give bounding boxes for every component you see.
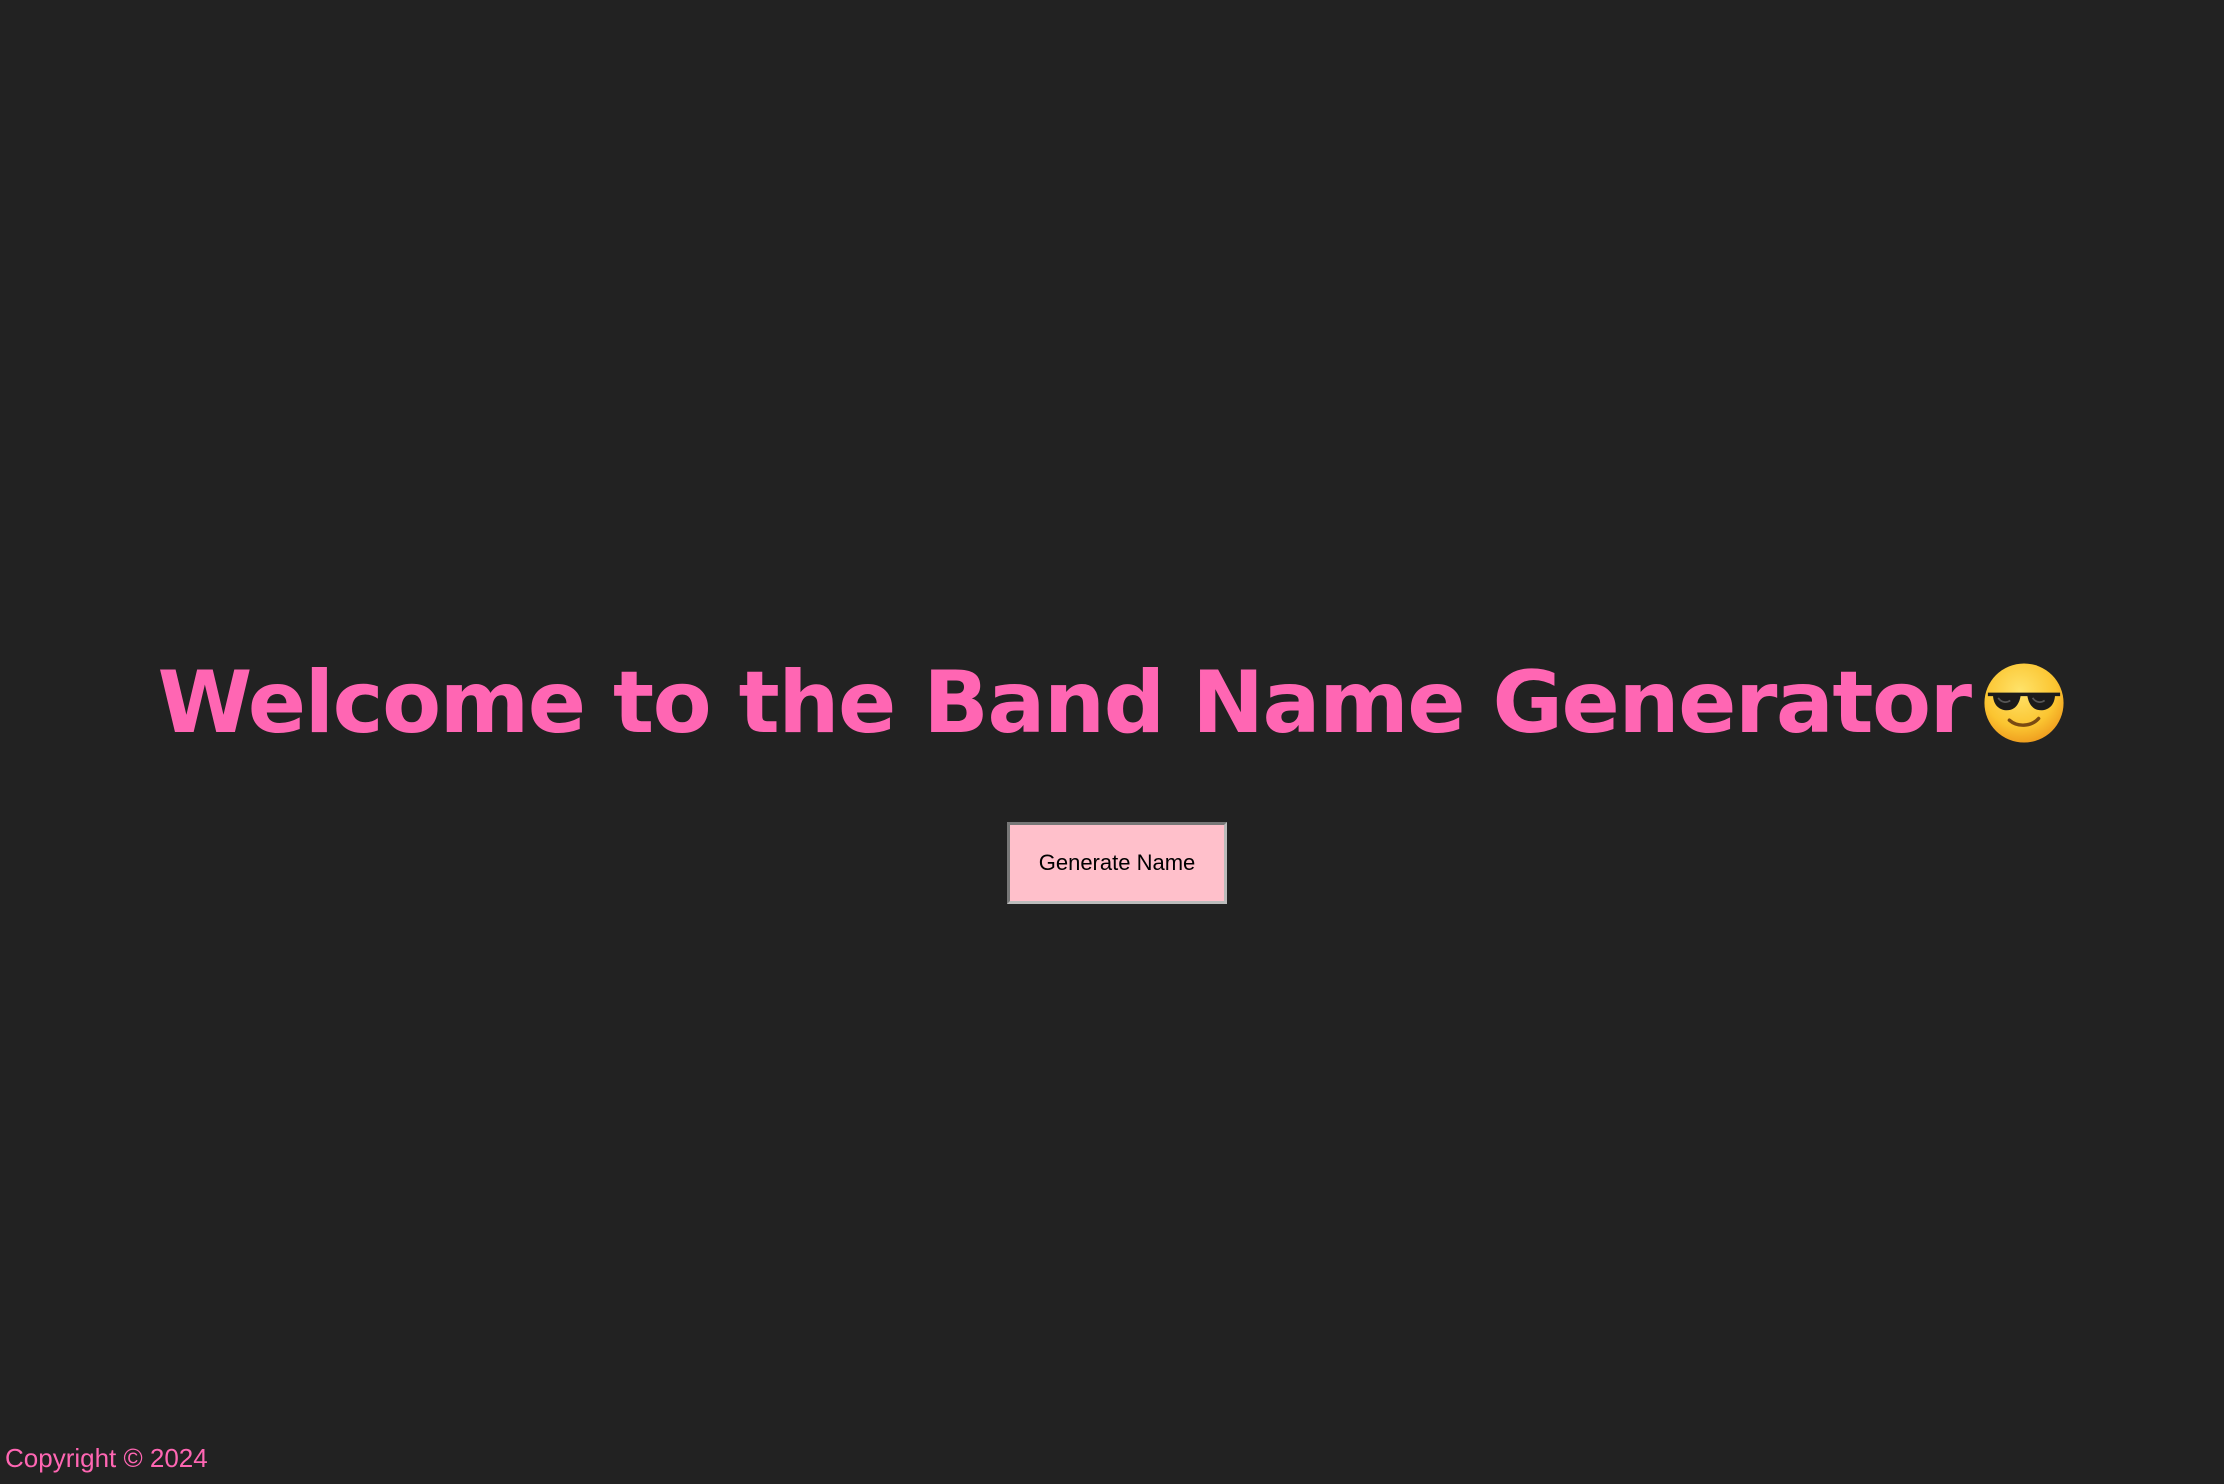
copyright-text: Copyright © 2024 (5, 1443, 208, 1473)
generate-name-button[interactable]: Generate Name (1007, 822, 1227, 904)
page-title: Welcome to the Band Name Generator (0, 648, 2224, 758)
smiling-face-with-sunglasses-icon (1981, 660, 2067, 746)
page-title-text: Welcome to the Band Name Generator (157, 653, 1973, 753)
page: Welcome to the Band Name Generator Gener… (0, 0, 2224, 1484)
